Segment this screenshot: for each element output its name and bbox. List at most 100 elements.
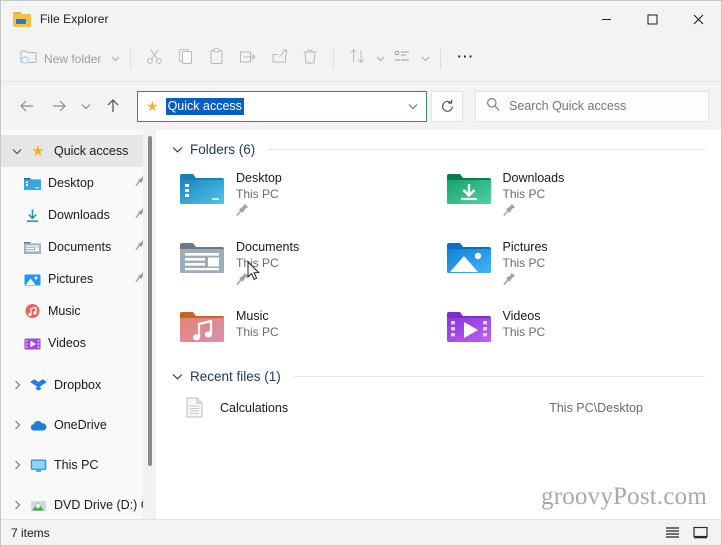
paste-button[interactable] — [201, 43, 232, 75]
videos-folder-icon — [446, 309, 491, 347]
sidebar-item-this-pc[interactable]: This PC — [1, 449, 156, 481]
pin-icon[interactable] — [502, 203, 565, 222]
recent-files-group-title: Recent files (1) — [190, 369, 281, 384]
desktop-folder-icon — [180, 171, 224, 209]
sidebar-item-label: This PC — [54, 458, 99, 472]
recent-file-row[interactable]: Calculations This PC\Desktop — [172, 392, 705, 423]
title-bar: File Explorer — [1, 1, 721, 37]
watermark: groovyPost.com — [541, 483, 707, 510]
folders-group-title: Folders (6) — [190, 142, 256, 157]
sidebar-item-dvd-drive[interactable]: DVD Drive (D:) C — [1, 489, 156, 519]
chevron-right-icon[interactable] — [7, 460, 27, 470]
folders-group-header[interactable]: Folders (6) — [172, 142, 705, 157]
new-folder-chevron-down-icon[interactable] — [108, 56, 122, 62]
folder-icon — [13, 11, 31, 27]
new-folder-button[interactable]: New folder — [13, 43, 108, 75]
forward-button[interactable] — [43, 90, 75, 122]
folder-tile-documents[interactable]: Documents This PC — [172, 232, 439, 297]
folder-name: Videos — [502, 309, 541, 323]
file-explorer-window: File Explorer New folder ⋯ ★ Quick acces… — [0, 0, 722, 546]
pin-icon[interactable] — [502, 272, 548, 291]
status-bar: 7 items — [1, 519, 721, 545]
address-bar[interactable]: ★ Quick access — [137, 90, 427, 122]
sidebar-item-pictures[interactable]: Pictures — [1, 263, 156, 295]
sidebar-item-desktop[interactable]: Desktop — [1, 167, 156, 199]
folder-tile-music[interactable]: Music This PC — [172, 301, 439, 353]
sidebar-item-documents[interactable]: Documents — [1, 231, 156, 263]
up-button[interactable] — [97, 90, 129, 122]
pictures-folder-icon — [446, 240, 491, 278]
group-rule — [293, 376, 705, 377]
sidebar-item-label: OneDrive — [54, 418, 107, 432]
sidebar-item-label: Desktop — [48, 176, 94, 190]
sidebar-item-onedrive[interactable]: OneDrive — [1, 409, 156, 441]
document-icon — [180, 397, 208, 418]
group-rule — [268, 149, 705, 150]
downloads-folder-icon — [21, 208, 43, 223]
minimize-button[interactable] — [583, 1, 629, 37]
sort-chevron-down-icon[interactable] — [373, 56, 387, 62]
chevron-down-icon[interactable] — [172, 146, 183, 153]
folder-tile-videos[interactable]: Videos This PC — [439, 301, 706, 353]
dvd-drive-icon — [27, 498, 49, 513]
close-button[interactable] — [675, 1, 721, 37]
address-chevron-down-icon[interactable] — [408, 97, 418, 115]
copy-button[interactable] — [170, 43, 201, 75]
onedrive-cloud-icon — [27, 419, 49, 432]
chevron-down-icon[interactable] — [7, 148, 27, 155]
folder-tile-downloads[interactable]: Downloads This PC — [439, 163, 706, 228]
share-button[interactable] — [264, 43, 295, 75]
address-input[interactable]: Quick access — [165, 97, 244, 115]
cut-button[interactable] — [139, 43, 170, 75]
sidebar-item-label: Downloads — [48, 208, 110, 222]
chevron-right-icon[interactable] — [7, 420, 27, 430]
pin-icon[interactable] — [236, 272, 299, 291]
folders-grid: Desktop This PC Downloads This PC Docume… — [172, 163, 705, 353]
sidebar-item-label: Dropbox — [54, 378, 102, 392]
folder-tile-pictures[interactable]: Pictures This PC — [439, 232, 706, 297]
back-button[interactable] — [11, 90, 43, 122]
rename-button[interactable] — [232, 43, 264, 75]
this-pc-monitor-icon — [27, 458, 49, 473]
documents-folder-icon — [21, 240, 43, 255]
rename-icon — [239, 49, 257, 70]
sidebar-item-label: DVD Drive (D:) C — [54, 498, 150, 512]
sidebar-item-quick-access[interactable]: ★ Quick access — [1, 135, 156, 167]
documents-folder-icon — [180, 240, 224, 278]
sort-button[interactable] — [342, 43, 373, 75]
recent-locations-button[interactable] — [75, 90, 97, 122]
folder-location: This PC — [236, 256, 279, 270]
sidebar-item-dropbox[interactable]: Dropbox — [1, 369, 156, 401]
refresh-button[interactable] — [431, 90, 463, 122]
sidebar-item-label: Videos — [48, 336, 86, 350]
view-chevron-down-icon[interactable] — [418, 56, 432, 62]
sort-icon — [349, 48, 366, 70]
pictures-folder-icon — [21, 272, 43, 287]
chevron-right-icon[interactable] — [7, 500, 27, 510]
details-view-button[interactable] — [661, 523, 683, 543]
copy-icon — [177, 48, 194, 70]
large-icons-view-button[interactable] — [689, 523, 711, 543]
sidebar-item-videos[interactable]: Videos — [1, 327, 156, 359]
videos-folder-icon — [21, 336, 43, 351]
sidebar-item-music[interactable]: Music — [1, 295, 156, 327]
delete-button[interactable] — [295, 43, 325, 75]
chevron-down-icon[interactable] — [172, 373, 183, 380]
toolbar-divider-2 — [333, 49, 335, 69]
sidebar-item-downloads[interactable]: Downloads — [1, 199, 156, 231]
recent-files-group-header[interactable]: Recent files (1) — [172, 369, 705, 384]
toolbar-divider-1 — [130, 49, 132, 69]
pin-icon[interactable] — [236, 203, 282, 222]
folder-tile-desktop[interactable]: Desktop This PC — [172, 163, 439, 228]
dropbox-icon — [27, 378, 49, 393]
view-toggle-group — [661, 523, 711, 543]
window-controls — [583, 1, 721, 37]
more-options-button[interactable]: ⋯ — [449, 43, 481, 75]
explorer-body: ★ Quick access Desktop Downloads Documen… — [1, 130, 721, 519]
sidebar-scrollbar-thumb[interactable] — [148, 136, 152, 466]
chevron-right-icon[interactable] — [7, 380, 27, 390]
search-box[interactable]: Search Quick access — [475, 90, 709, 122]
search-icon — [486, 97, 500, 116]
maximize-button[interactable] — [629, 1, 675, 37]
view-button[interactable] — [387, 43, 418, 75]
